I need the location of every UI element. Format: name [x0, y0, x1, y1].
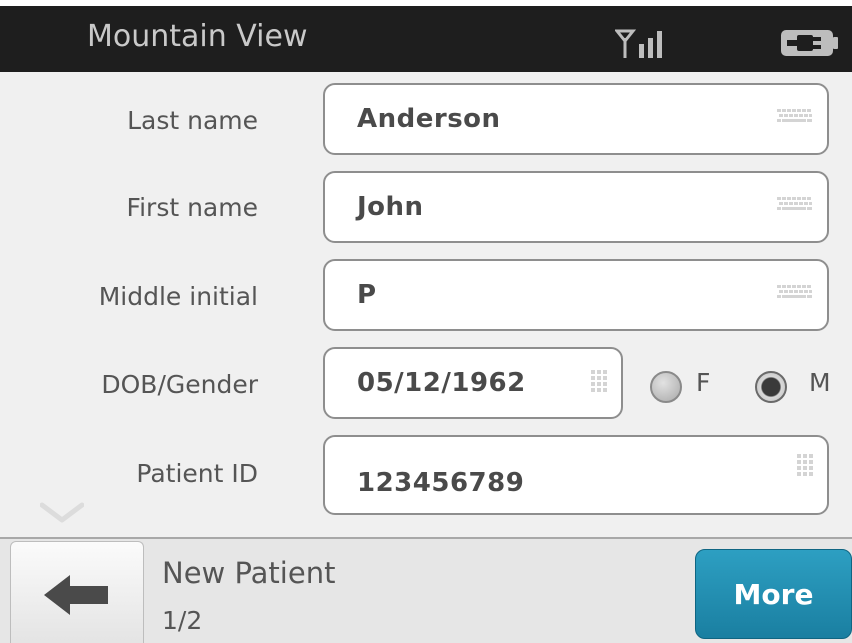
numpad-icon: [591, 370, 607, 396]
dob-gender-label: DOB/Gender: [101, 370, 258, 399]
dob-value: 05/12/1962: [357, 368, 526, 398]
last-name-value: Anderson: [357, 104, 501, 134]
status-bar: Mountain View: [0, 6, 852, 72]
numpad-icon: [797, 454, 813, 480]
patient-id-value: 123456789: [357, 468, 525, 498]
dob-field[interactable]: 05/12/1962: [323, 347, 623, 419]
battery-plug-icon: [780, 28, 840, 62]
middle-initial-value: P: [357, 280, 377, 310]
keyboard-icon: [777, 285, 813, 305]
gender-f-label: F: [696, 368, 711, 397]
middle-initial-field[interactable]: P: [323, 259, 829, 331]
scroll-down-chevron-icon[interactable]: [39, 502, 85, 528]
more-button[interactable]: More: [695, 549, 852, 639]
last-name-label: Last name: [127, 106, 258, 135]
radio-selected-icon: [755, 371, 787, 403]
page-indicator: 1/2: [162, 606, 203, 635]
back-button[interactable]: [10, 541, 144, 643]
first-name-label: First name: [126, 193, 258, 222]
last-name-field[interactable]: Anderson: [323, 83, 829, 155]
patient-id-label: Patient ID: [136, 459, 258, 488]
screen-title: New Patient: [162, 556, 336, 590]
first-name-field[interactable]: John: [323, 171, 829, 243]
back-arrow-icon: [44, 575, 108, 615]
gender-m-label: M: [809, 368, 831, 397]
middle-initial-label: Middle initial: [98, 282, 258, 311]
keyboard-icon: [777, 197, 813, 217]
keyboard-icon: [777, 109, 813, 129]
gender-option-f[interactable]: F: [650, 365, 720, 409]
first-name-value: John: [357, 192, 424, 222]
gender-option-m[interactable]: M: [755, 365, 840, 409]
location-title: Mountain View: [87, 19, 308, 54]
patient-id-field[interactable]: 123456789: [323, 435, 829, 515]
radio-unselected-icon: [650, 371, 682, 403]
signal-strength-icon: [613, 28, 669, 64]
